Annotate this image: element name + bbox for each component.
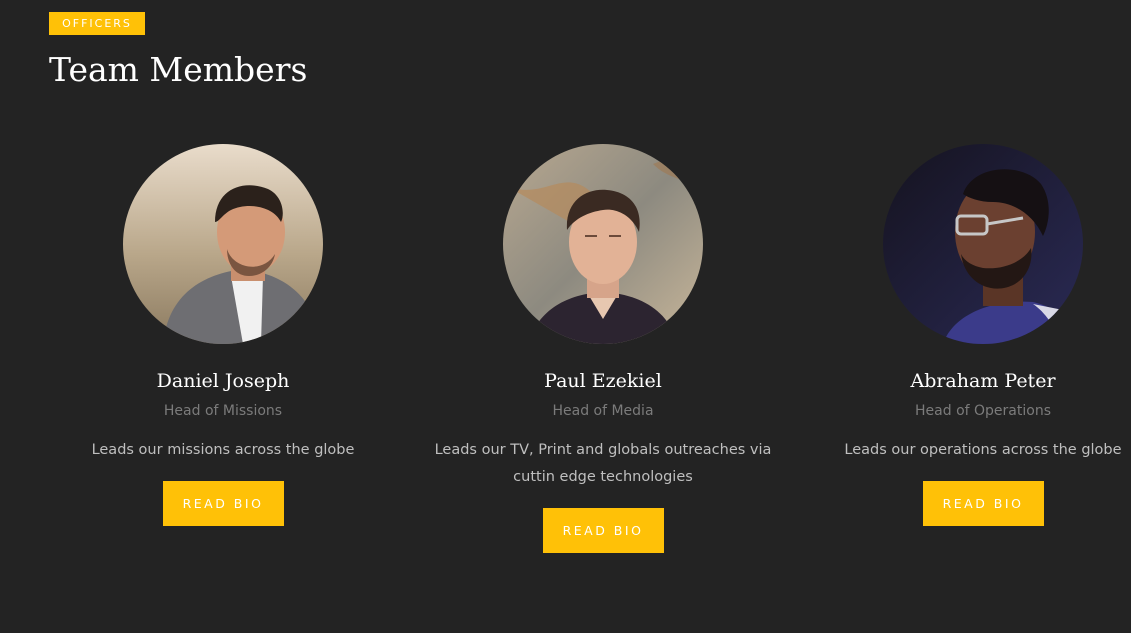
- team-member-card: Paul Ezekiel Head of Media Leads our TV,…: [423, 144, 783, 553]
- member-role: Head of Operations: [915, 403, 1051, 419]
- member-description: Leads our operations across the globe: [844, 442, 1122, 458]
- read-bio-button[interactable]: READ BIO: [162, 481, 284, 526]
- member-role: Head of Media: [552, 403, 654, 419]
- avatar: [503, 144, 703, 344]
- member-description: Leads our missions across the globe: [91, 442, 355, 458]
- member-name: Abraham Peter: [910, 370, 1056, 392]
- team-member-card: Abraham Peter Head of Operations Leads o…: [803, 144, 1131, 526]
- team-member-card: Daniel Joseph Head of Missions Leads our…: [43, 144, 403, 526]
- member-name: Paul Ezekiel: [544, 370, 662, 392]
- member-description: Leads our TV, Print and globals outreach…: [434, 442, 772, 485]
- team-section: OFFICERS Team Members Daniel Joseph Head…: [0, 0, 1131, 633]
- member-name: Daniel Joseph: [156, 370, 290, 392]
- member-role: Head of Missions: [163, 403, 283, 419]
- avatar: [883, 144, 1083, 344]
- avatar: [123, 144, 323, 344]
- section-badge: OFFICERS: [49, 12, 145, 35]
- read-bio-button[interactable]: READ BIO: [542, 508, 664, 553]
- read-bio-button[interactable]: READ BIO: [922, 481, 1044, 526]
- section-title: Team Members: [49, 50, 308, 89]
